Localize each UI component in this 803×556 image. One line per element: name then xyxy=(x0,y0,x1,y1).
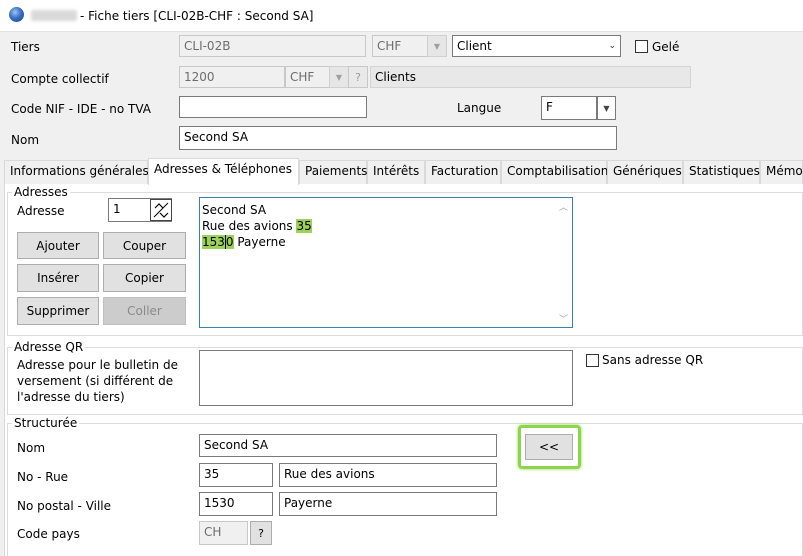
tab-generiques[interactable]: Génériques xyxy=(607,160,683,184)
gele-checkbox[interactable] xyxy=(635,40,648,53)
nom-field[interactable]: Second SA xyxy=(179,126,617,150)
tab-paiements[interactable]: Paiements xyxy=(299,160,367,184)
coller-button[interactable]: Coller xyxy=(103,297,186,325)
no-rue-label: No - Rue xyxy=(17,470,69,484)
supprimer-button[interactable]: Supprimer xyxy=(17,297,99,325)
gele-label: Gelé xyxy=(652,40,680,54)
scroll-up-icon[interactable]: ︿ xyxy=(555,198,572,215)
scroll-down-icon[interactable]: ﹀ xyxy=(555,310,572,327)
compte-collectif-label: Compte collectif xyxy=(11,72,109,86)
adresse-textarea[interactable]: Second SA Rue des avions 35 1530 Payerne… xyxy=(199,197,573,328)
tab-comptabilisation[interactable]: Comptabilisation xyxy=(501,160,608,184)
couper-button[interactable]: Couper xyxy=(103,232,186,259)
adresse-street-number: 35 xyxy=(296,219,312,233)
city-field[interactable]: Payerne xyxy=(279,492,497,516)
structuree-group-title: Structurée xyxy=(12,416,80,430)
adresse-qr-description: Adresse pour le bulletin de versement (s… xyxy=(17,358,178,404)
code-pays-help-button[interactable]: ? xyxy=(250,521,272,545)
adresse-scrollbar[interactable]: ︿ ﹀ xyxy=(555,198,572,327)
tab-adresses-telephones[interactable]: Adresses & Téléphones xyxy=(148,158,299,185)
tiers-currency-field[interactable]: CHF xyxy=(372,35,427,57)
compte-name-field: Clients xyxy=(370,66,691,88)
app-icon xyxy=(9,7,24,22)
tiers-type-select[interactable]: Client ⌄ xyxy=(452,35,621,57)
compte-currency-field[interactable]: CHF xyxy=(285,66,330,88)
sans-adresse-qr-label: Sans adresse QR xyxy=(602,353,704,367)
tab-bar: Informations générales Adresses & Téléph… xyxy=(4,158,803,185)
adresse-line-1: Second SA xyxy=(202,203,267,217)
tab-informations-generales[interactable]: Informations générales xyxy=(4,160,149,184)
adresse-label: Adresse xyxy=(17,204,65,218)
code-pays-label: Code pays xyxy=(17,527,80,541)
copy-to-address-button[interactable]: << xyxy=(525,434,573,460)
adresse-qr-textarea[interactable] xyxy=(199,350,573,406)
tab-facturation[interactable]: Facturation xyxy=(425,160,501,184)
tiers-currency-dropdown-icon[interactable]: ▼ xyxy=(427,35,447,57)
ajouter-button[interactable]: Ajouter xyxy=(17,232,99,259)
window-title: - Fiche tiers [CLI-02B-CHF : Second SA] xyxy=(80,9,314,23)
compte-collectif-field[interactable]: 1200 xyxy=(179,66,285,88)
tiers-type-value: Client xyxy=(457,39,492,53)
structuree-nom-field[interactable]: Second SA xyxy=(199,434,497,457)
adresse-line-3: 1530 Payerne xyxy=(202,234,312,250)
adresse-text: Second SA Rue des avions 35 1530 Payerne xyxy=(202,202,312,250)
adresse-spinner-icon[interactable] xyxy=(150,199,172,221)
postal-ville-label: No postal - Ville xyxy=(17,499,112,513)
compte-currency-dropdown-icon[interactable]: ▼ xyxy=(329,66,349,88)
street-number-field[interactable]: 35 xyxy=(199,463,273,487)
langue-field[interactable]: F xyxy=(541,96,597,120)
copier-button[interactable]: Copier xyxy=(103,264,186,292)
street-name-field[interactable]: Rue des avions xyxy=(279,463,497,487)
tab-memo[interactable]: Mémo xyxy=(760,160,803,184)
langue-dropdown-icon[interactable]: ▼ xyxy=(597,96,616,120)
adresse-number-value: 1 xyxy=(113,202,121,216)
app-name-blurred xyxy=(31,10,77,21)
nif-label: Code NIF - IDE - no TVA xyxy=(11,102,151,116)
tab-statistiques[interactable]: Statistiques xyxy=(683,160,760,184)
adresse-line-2: Rue des avions 35 xyxy=(202,218,312,234)
tiers-code-field[interactable]: CLI-02B xyxy=(179,35,366,57)
adresse-city: Payerne xyxy=(233,235,286,249)
adresse-qr-group-title: Adresse QR xyxy=(12,340,86,354)
compte-help-button[interactable]: ? xyxy=(348,66,368,88)
postal-code-field[interactable]: 1530 xyxy=(199,492,273,516)
nif-field[interactable] xyxy=(179,96,367,118)
adresse-street: Rue des avions xyxy=(202,219,297,233)
nom-label: Nom xyxy=(11,133,40,147)
structuree-nom-label: Nom xyxy=(17,441,46,455)
sans-adresse-qr-checkbox[interactable] xyxy=(586,354,599,367)
chevron-down-icon: ⌄ xyxy=(608,41,616,51)
tiers-label: Tiers xyxy=(11,40,40,54)
tab-interets[interactable]: Intérêts xyxy=(367,160,425,184)
code-pays-field[interactable]: CH xyxy=(199,521,248,545)
langue-label: Langue xyxy=(457,101,502,115)
adresses-group-title: Adresses xyxy=(12,185,70,199)
adresse-zip-part: 153 xyxy=(202,235,225,249)
adresse-zip-cursor: 0 xyxy=(224,235,234,249)
inserer-button[interactable]: Insérer xyxy=(17,264,99,292)
